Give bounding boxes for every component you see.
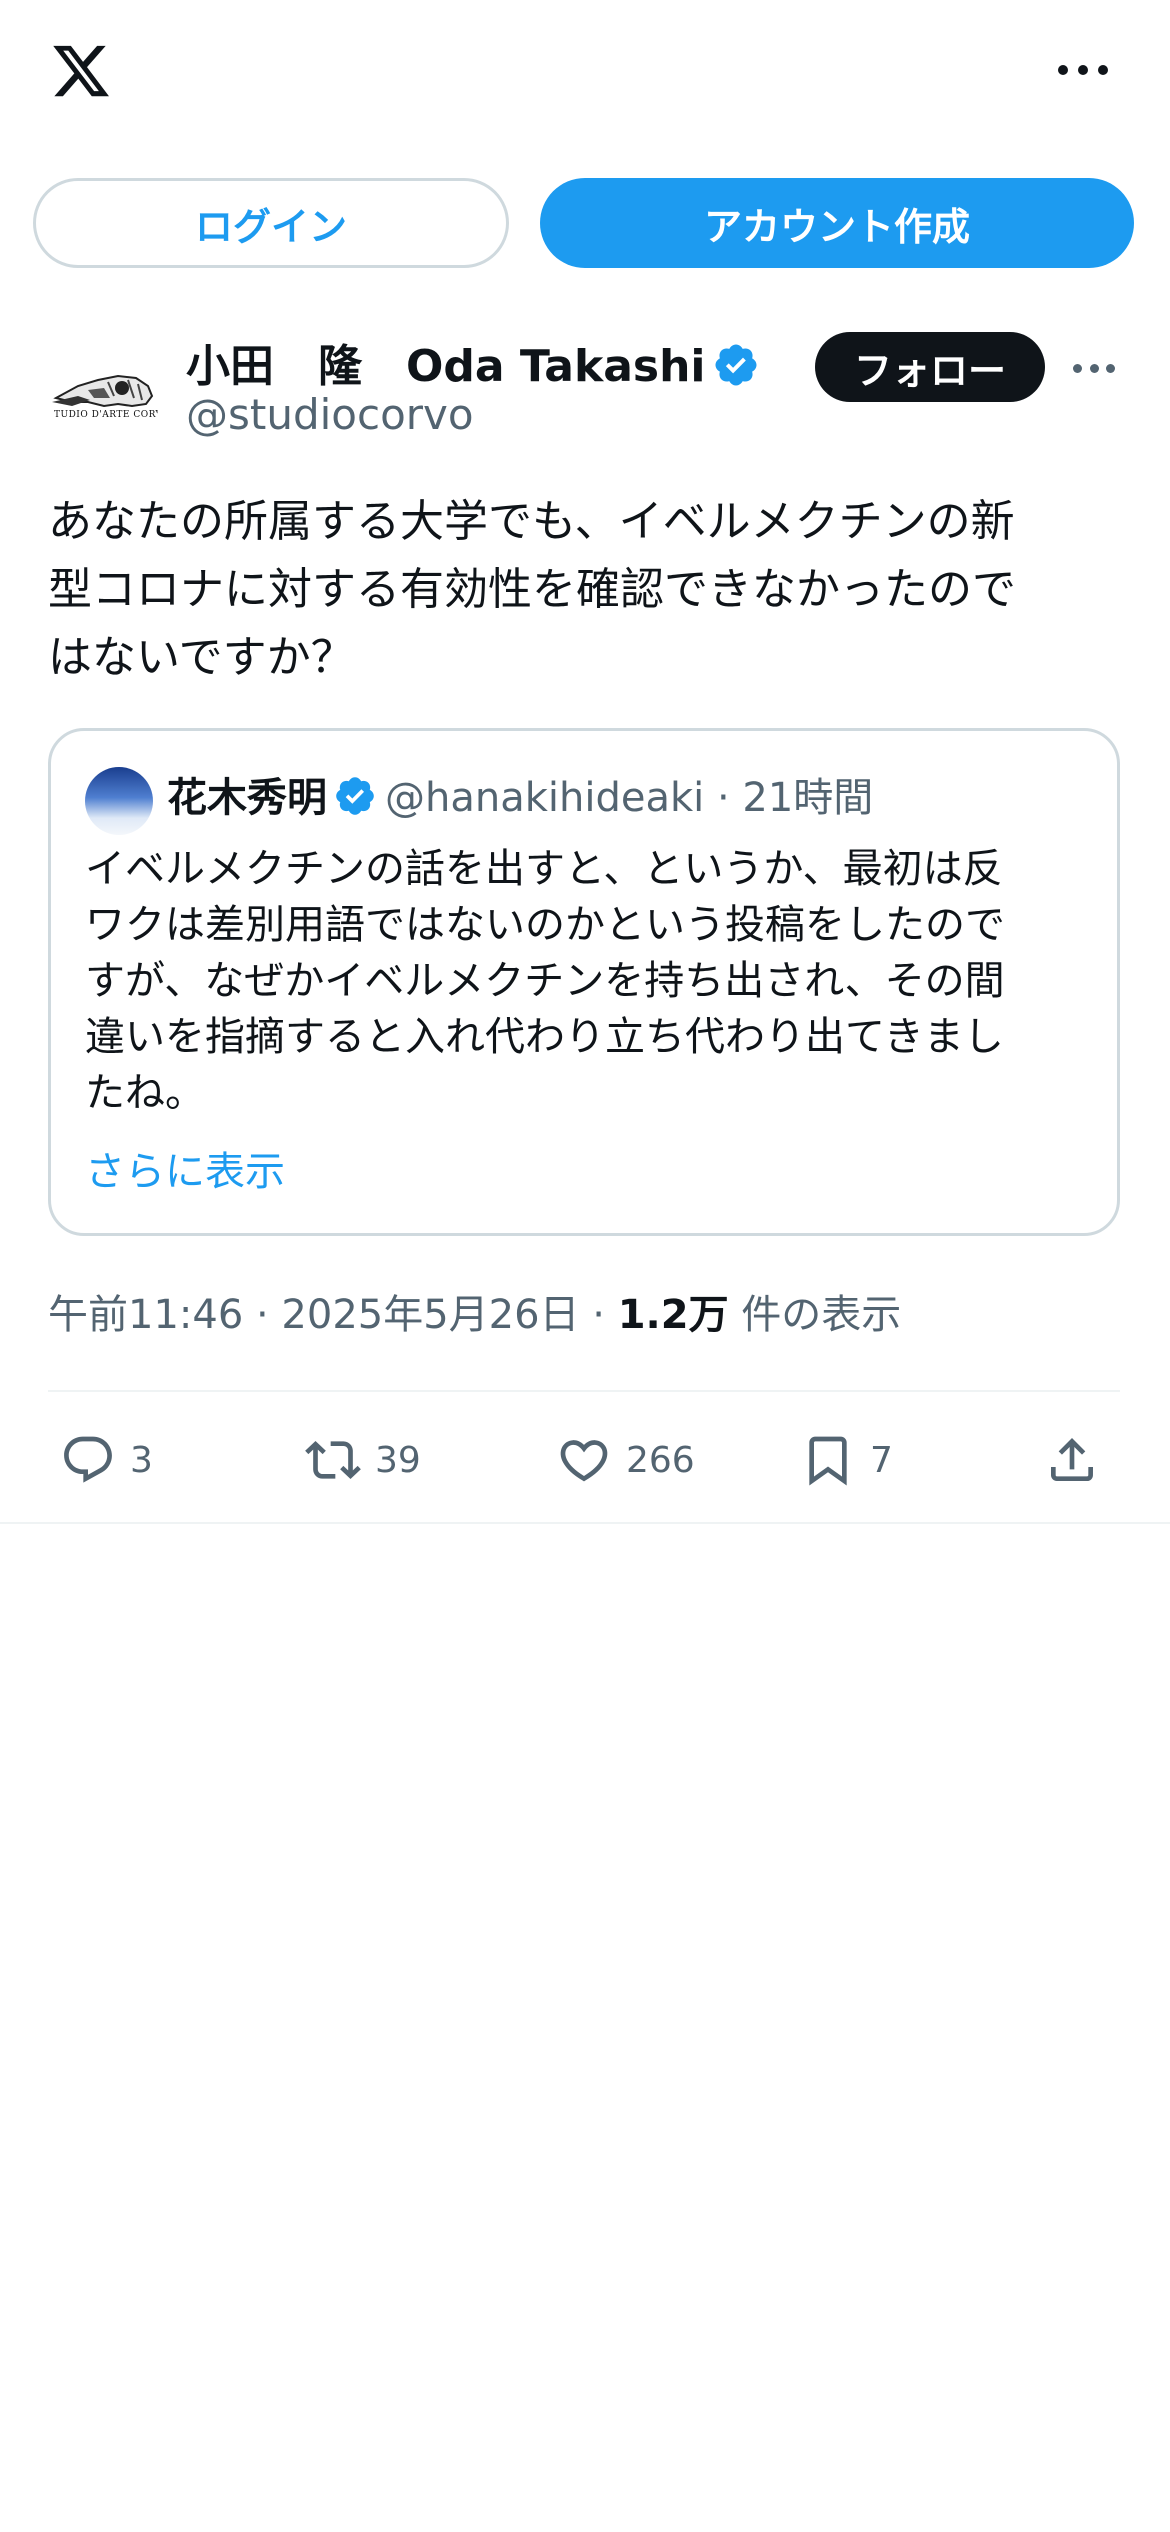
heart-icon [560, 1440, 608, 1482]
quoted-author-avatar[interactable] [85, 767, 153, 835]
show-more-link[interactable]: さらに表示 [85, 1139, 285, 1197]
share-icon [1051, 1438, 1093, 1481]
share-button[interactable] [1044, 1430, 1114, 1490]
quoted-author-name: 花木秀明 [167, 775, 327, 821]
reply-button[interactable]: 3 [60, 1430, 153, 1490]
view-count: 1.2万 [617, 1292, 729, 1338]
x-logo-icon[interactable] [48, 40, 114, 102]
bookmark-count: 7 [870, 1439, 893, 1481]
reply-count: 3 [130, 1439, 153, 1481]
follow-button[interactable]: フォロー [815, 332, 1045, 402]
tweet-actions: 3 39 266 7 [0, 1420, 1170, 1500]
quoted-author-handle-time: @hanakihideaki · 21時間 [385, 775, 874, 821]
avatar-caption: TUDIO D'ARTE CORVO [54, 410, 160, 420]
like-button[interactable]: 266 [556, 1430, 695, 1490]
signup-button[interactable]: アカウント作成 [540, 178, 1134, 268]
tweet-timestamp[interactable]: 午前11:46 · 2025年5月26日 · [48, 1292, 618, 1338]
repost-icon [305, 1441, 361, 1479]
divider [0, 1522, 1170, 1524]
repost-button[interactable]: 39 [305, 1430, 421, 1490]
tweet-more-icon[interactable] [1073, 362, 1115, 374]
auth-bar: ログイン アカウント作成 [0, 178, 1170, 270]
view-label: 件の表示 [728, 1292, 902, 1338]
verified-badge-icon [715, 344, 756, 386]
crow-skull-icon [52, 374, 154, 408]
bookmark-button[interactable]: 7 [800, 1430, 893, 1490]
login-button[interactable]: ログイン [33, 178, 509, 268]
quoted-tweet-text: イベルメクチンの話を出すと、というか、最初は反 ワクは差別用語ではないのかという… [85, 846, 1005, 1116]
reply-icon [64, 1436, 112, 1483]
divider [48, 1390, 1120, 1392]
like-count: 266 [626, 1439, 695, 1481]
bookmark-icon [809, 1436, 847, 1486]
author-name-text[interactable]: 小田 隆 Oda Takashi [186, 341, 706, 392]
more-options-icon[interactable] [1058, 58, 1108, 82]
author-avatar[interactable]: TUDIO D'ARTE CORVO [48, 340, 160, 452]
quoted-tweet-header: 花木秀明 @hanakihideaki · 21時間 [167, 765, 873, 823]
top-bar [0, 0, 1170, 150]
verified-badge-icon [336, 777, 374, 815]
repost-count: 39 [375, 1439, 421, 1481]
tweet-meta: 午前11:46 · 2025年5月26日 · 1.2万 件の表示 [48, 1282, 901, 1340]
author-name[interactable]: 小田 隆 Oda Takashi [186, 330, 760, 394]
author-handle[interactable]: @studiocorvo [186, 390, 474, 439]
quoted-tweet-card[interactable]: 花木秀明 @hanakihideaki · 21時間 イベルメクチンの話を出すと、… [48, 728, 1120, 1236]
tweet-text: あなたの所属する大学でも、イベルメクチンの新 型コロナに対する有効性を確認できな… [48, 496, 1016, 683]
